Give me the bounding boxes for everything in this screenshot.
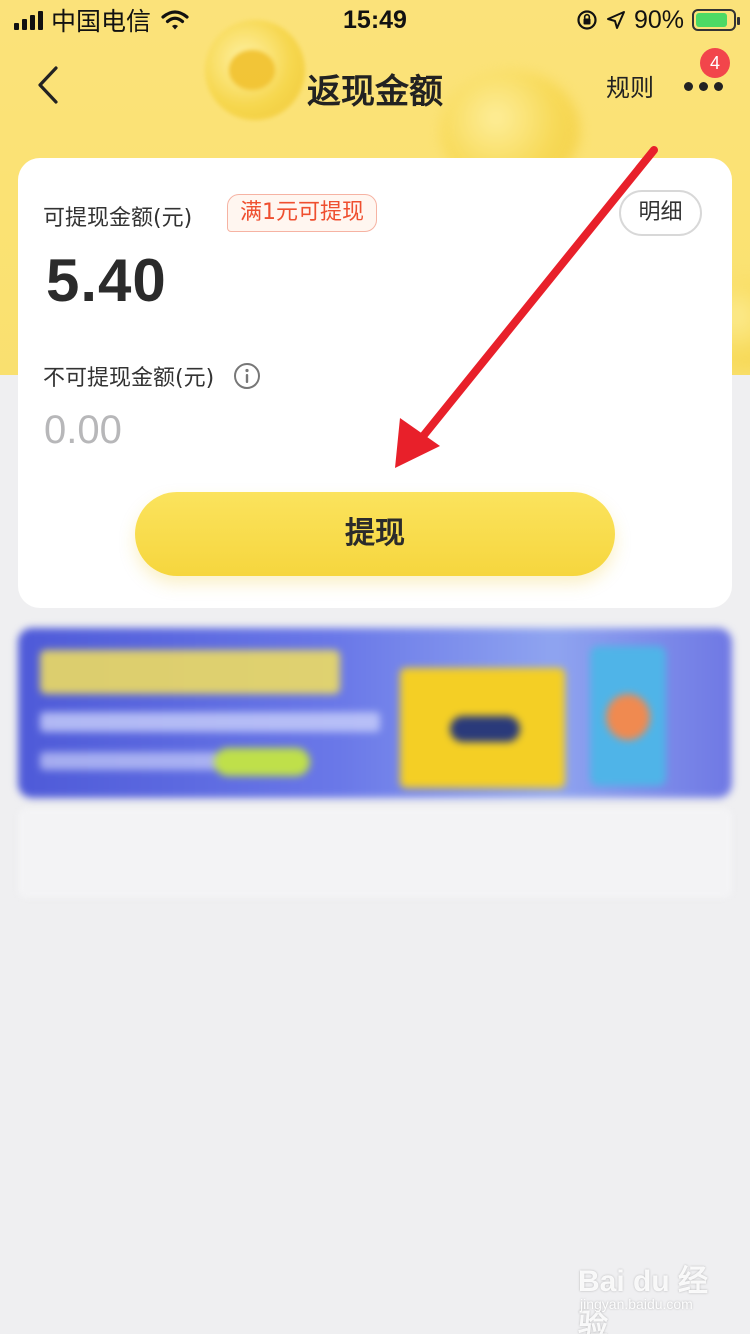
available-amount-value: 5.40 [46, 247, 167, 314]
watermark-logo: Bai du 经验 [578, 1265, 709, 1334]
signal-icon [14, 10, 43, 30]
status-bar: 中国电信 15:49 90% [0, 0, 750, 40]
blurred-content [18, 808, 732, 898]
notification-badge: 4 [700, 48, 730, 78]
carrier-name: 中国电信 [51, 8, 152, 36]
balance-card: 可提现金额(元) 满1元可提现 明细 5.40 不可提现金额(元) 0.00 提… [18, 158, 732, 608]
promo-banner[interactable] [18, 628, 732, 798]
available-amount-label: 可提现金额(元) [43, 206, 193, 231]
unavailable-amount-value: 0.00 [44, 408, 122, 452]
orientation-lock-icon [577, 10, 597, 30]
more-dots-icon [684, 82, 723, 91]
info-icon[interactable] [233, 362, 261, 390]
detail-button[interactable]: 明细 [619, 190, 702, 236]
wifi-icon [161, 10, 189, 30]
battery-charging-icon [692, 9, 740, 31]
battery-percent: 90% [633, 5, 684, 34]
back-chevron-icon[interactable] [26, 62, 72, 108]
location-icon [606, 11, 625, 29]
withdraw-button[interactable]: 提现 [135, 492, 615, 576]
unavailable-amount-label: 不可提现金额(元) [43, 366, 215, 391]
min-withdraw-tag: 满1元可提现 [227, 194, 377, 232]
nav-bar: 返现金额 规则 [0, 44, 750, 126]
rules-link[interactable]: 规则 [606, 68, 654, 103]
watermark-url: jingyan.baidu.com [580, 1296, 693, 1312]
baidu-watermark: Bai du 经验 jingyan.baidu.com [578, 1254, 728, 1334]
